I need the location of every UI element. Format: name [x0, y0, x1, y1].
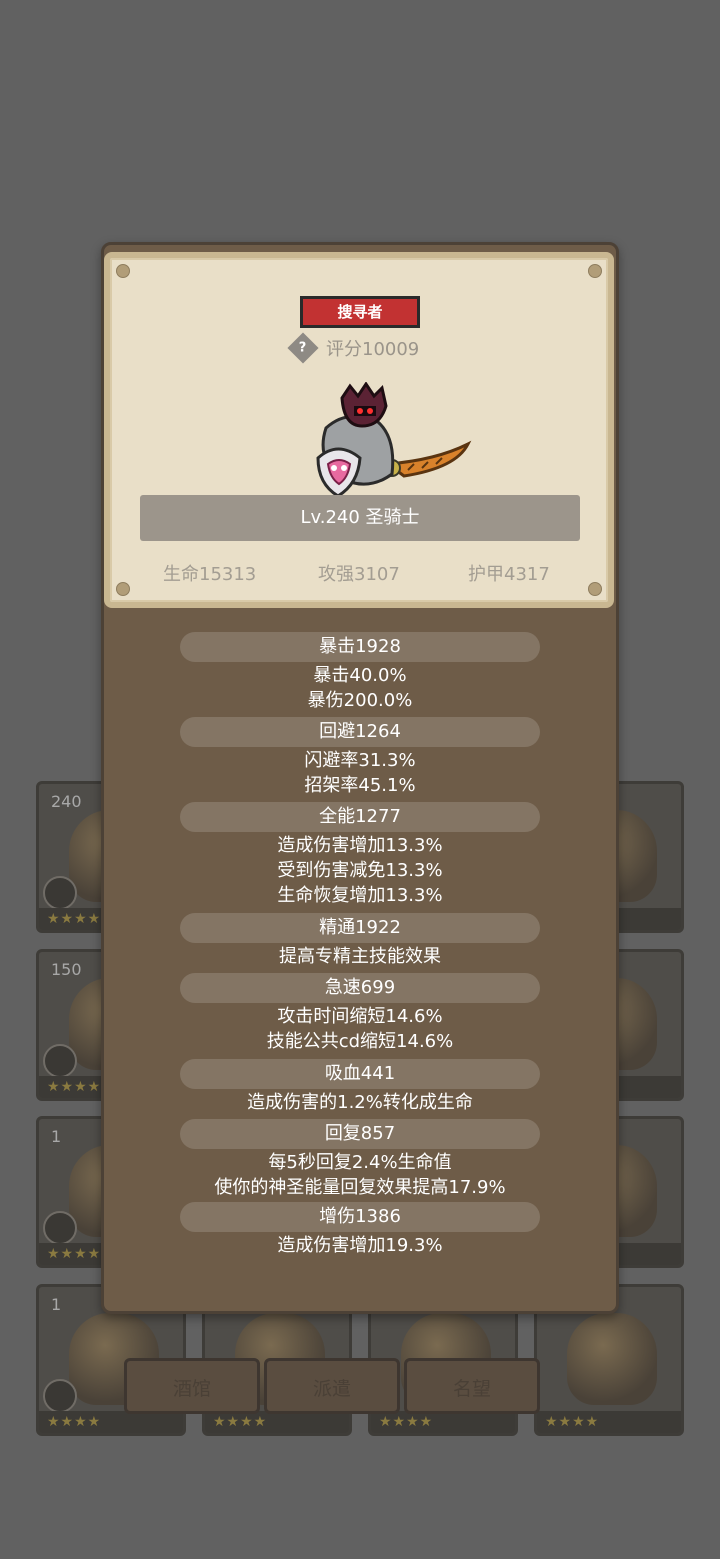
attr-crit-line: 暴击40.0%: [313, 665, 407, 686]
hero-score: 评分10009: [326, 339, 420, 360]
rivet: [588, 264, 602, 278]
attr-haste-line: 技能公共cd缩短14.6%: [266, 1031, 454, 1052]
hero-title-badge: 搜寻者: [300, 296, 420, 328]
attr-mastery-header: 精通1922: [180, 913, 540, 943]
bg-class-icon: [43, 1044, 77, 1078]
attr-damage-boost-header: 增伤1386: [180, 1202, 540, 1232]
attr-regen-line: 使你的神圣能量回复效果提高17.9%: [214, 1177, 506, 1198]
stat-attack: 攻强3107: [318, 564, 400, 585]
hero-name-bar: Lv.240 圣骑士: [140, 495, 580, 541]
attr-mastery-line: 提高专精主技能效果: [279, 946, 441, 967]
bg-hero-level: 150: [51, 960, 82, 979]
bg-class-icon: [43, 1211, 77, 1245]
rivet: [116, 264, 130, 278]
attr-lifesteal-line: 造成伤害的1.2%转化成生命: [247, 1092, 473, 1113]
attr-dodge-header: 回避1264: [180, 717, 540, 747]
bg-star-rating: ★★★★: [537, 1411, 681, 1433]
attr-versatility-line: 造成伤害增加13.3%: [277, 835, 443, 856]
rivet: [116, 582, 130, 596]
help-icon-glyph: ?: [299, 340, 307, 356]
tab-dispatch[interactable]: 派遣: [264, 1358, 400, 1414]
bg-hero-figure: [567, 1313, 657, 1405]
attr-regen-header: 回复857: [180, 1119, 540, 1149]
paladin-hero-portrait: [316, 382, 472, 498]
bg-class-icon: [43, 1379, 77, 1413]
bg-hero-level: 1: [51, 1295, 62, 1314]
attr-versatility-header: 全能1277: [180, 802, 540, 832]
attr-lifesteal-header: 吸血441: [180, 1059, 540, 1089]
attr-damage-boost-line: 造成伤害增加19.3%: [277, 1235, 443, 1256]
attr-versatility-line: 受到伤害减免13.3%: [277, 860, 443, 881]
score-row: ? 评分10009: [287, 332, 420, 364]
bg-star-rating: ★★★★: [371, 1411, 515, 1433]
rivet: [588, 582, 602, 596]
bg-class-icon: [43, 876, 77, 910]
attr-versatility-line: 生命恢复增加13.3%: [277, 885, 443, 906]
help-icon[interactable]: ?: [287, 332, 319, 364]
bg-bottom-tabs: 酒馆 派遣 名望: [124, 1358, 540, 1414]
tab-fame[interactable]: 名望: [404, 1358, 540, 1414]
attr-crit-line: 暴伤200.0%: [307, 690, 413, 711]
bg-star-rating: ★★★★: [39, 1411, 183, 1433]
tab-tavern[interactable]: 酒馆: [124, 1358, 260, 1414]
stat-armor: 护甲4317: [468, 564, 550, 585]
attr-haste-line: 攻击时间缩短14.6%: [277, 1006, 443, 1027]
attr-dodge-line: 闪避率31.3%: [304, 750, 416, 771]
bg-hero-level: 240: [51, 792, 82, 811]
attr-haste-header: 急速699: [180, 973, 540, 1003]
attr-regen-line: 每5秒回复2.4%生命值: [268, 1152, 452, 1173]
attr-dodge-line: 招架率45.1%: [304, 775, 416, 796]
bg-hero-level: 1: [51, 1127, 62, 1146]
stat-hp: 生命15313: [163, 564, 257, 585]
attr-crit-header: 暴击1928: [180, 632, 540, 662]
